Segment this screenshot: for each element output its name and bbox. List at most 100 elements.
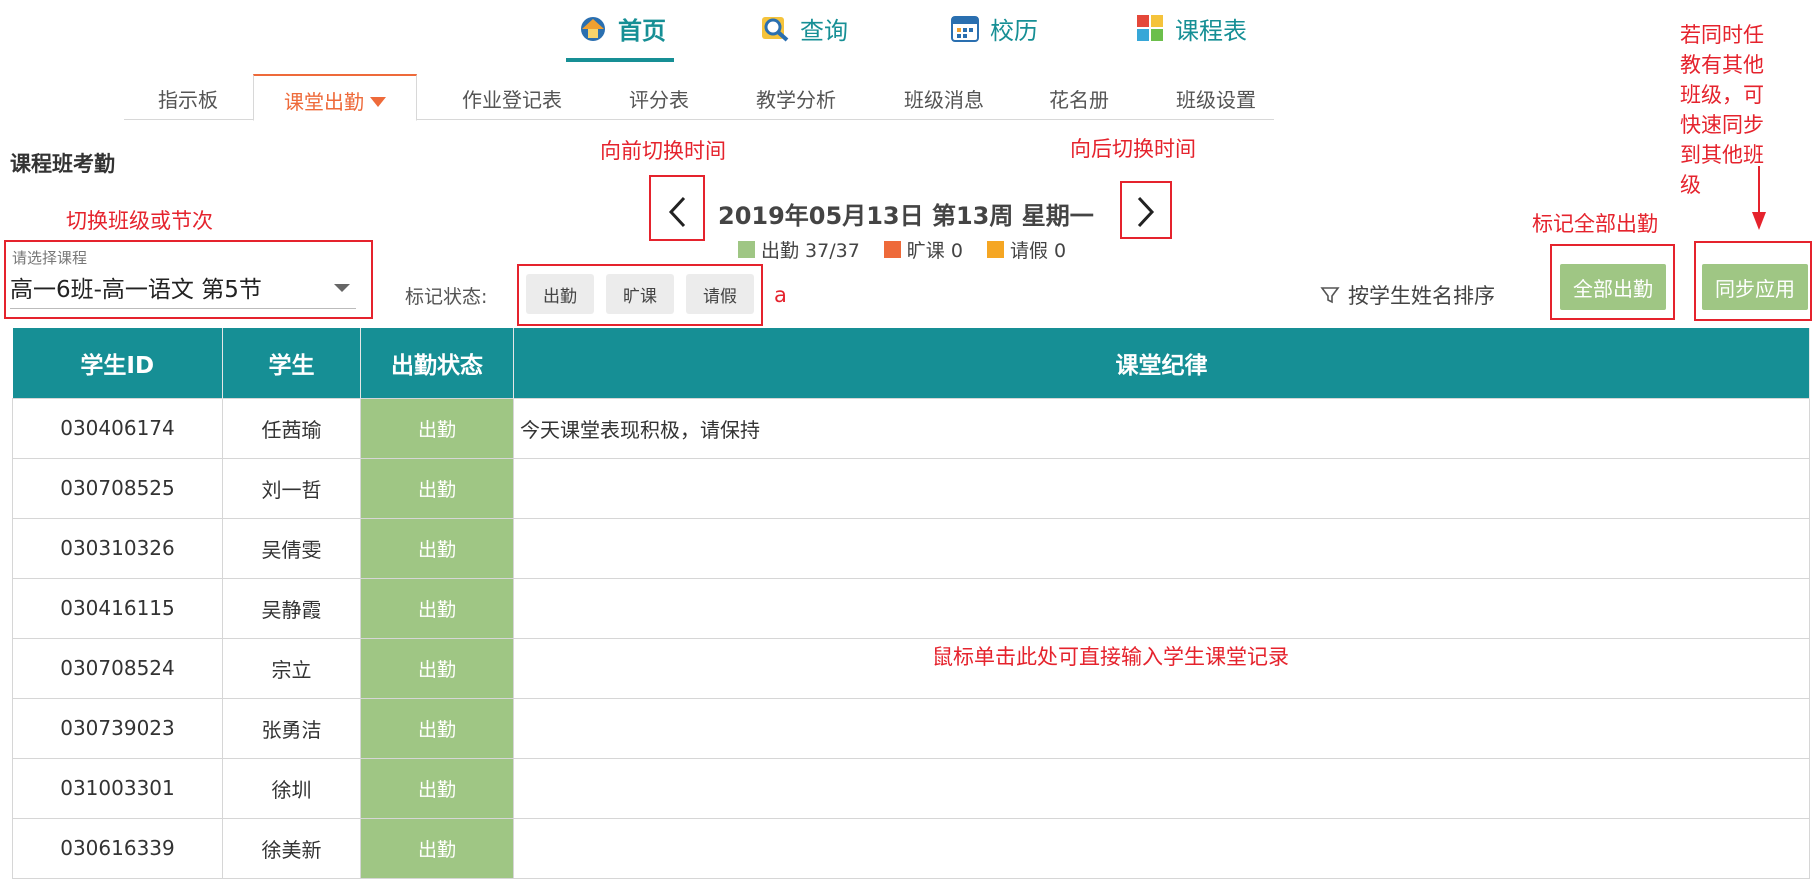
attendance-legend: 出勤 37/37 旷课 0 请假 0	[738, 236, 1090, 262]
discipline-note-cell[interactable]	[513, 637, 1810, 699]
student-id-cell: 030708525	[12, 457, 223, 519]
student-name-cell: 徐美新	[222, 817, 361, 879]
status-cell[interactable]: 出勤	[360, 457, 514, 519]
tab-grades[interactable]: 评分表	[629, 74, 689, 120]
tab-class-settings[interactable]: 班级设置	[1176, 74, 1256, 120]
legend-swatch-present	[738, 240, 755, 258]
tab-analysis[interactable]: 教学分析	[756, 74, 836, 120]
nav-home-label: 首页	[618, 16, 666, 45]
discipline-note-cell[interactable]	[513, 697, 1810, 759]
status-cell[interactable]: 出勤	[360, 577, 514, 639]
header-status: 出勤状态	[360, 328, 514, 398]
nav-calendar[interactable]: 校历	[950, 8, 1038, 48]
course-select-value[interactable]: 高一6班-高一语文 第5节	[10, 270, 262, 304]
table-row: 030310326 吴倩雯 出勤	[12, 517, 1810, 579]
table-row: 031003301 徐圳 出勤	[12, 757, 1810, 819]
prev-date-button[interactable]	[651, 184, 703, 240]
student-name-cell: 徐圳	[222, 757, 361, 819]
tab-messages[interactable]: 班级消息	[904, 74, 984, 120]
status-cell[interactable]: 出勤	[360, 637, 514, 699]
table-row: 030406174 任茜瑜 出勤 今天课堂表现积极，请保持	[12, 397, 1810, 459]
legend-leave-label: 请假 0	[1009, 239, 1067, 262]
student-id-cell: 030310326	[12, 517, 223, 579]
mark-leave-chip[interactable]: 请假	[686, 274, 754, 314]
nav-calendar-label: 校历	[990, 16, 1038, 45]
home-icon	[578, 13, 608, 43]
chevron-left-icon	[668, 196, 686, 228]
nav-query-label: 查询	[800, 16, 848, 45]
sort-label: 按学生姓名排序	[1348, 284, 1495, 308]
annotation-next-time: 向后切换时间	[1070, 137, 1196, 161]
student-id-cell: 031003301	[12, 757, 223, 819]
dropdown-caret-icon[interactable]	[334, 284, 350, 292]
filter-icon	[1320, 287, 1340, 304]
table-row: 030708525 刘一哲 出勤	[12, 457, 1810, 519]
mark-status-label: 标记状态:	[405, 286, 488, 308]
nav-query[interactable]: 查询	[760, 8, 848, 48]
status-cell[interactable]: 出勤	[360, 397, 514, 459]
nav-timetable[interactable]: 课程表	[1135, 8, 1247, 48]
student-id-cell: 030616339	[12, 817, 223, 879]
tab-homework[interactable]: 作业登记表	[462, 74, 562, 120]
status-cell[interactable]: 出勤	[360, 517, 514, 579]
student-name-cell: 吴倩雯	[222, 517, 361, 579]
student-name-cell: 刘一哲	[222, 457, 361, 519]
search-person-icon	[760, 13, 790, 43]
status-cell[interactable]: 出勤	[360, 697, 514, 759]
discipline-note-cell[interactable]	[513, 457, 1810, 519]
legend-absent-label: 旷课 0	[906, 239, 963, 262]
active-nav-underline	[566, 58, 674, 62]
discipline-note-cell[interactable]	[513, 577, 1810, 639]
discipline-note-cell[interactable]	[513, 757, 1810, 819]
all-present-button[interactable]: 全部出勤	[1560, 264, 1666, 310]
tab-dashboard[interactable]: 指示板	[158, 74, 218, 120]
top-navigation: 首页 查询 校历 课程表	[0, 0, 1817, 64]
sub-navigation: 指示板 课堂出勤 作业登记表 评分表 教学分析 班级消息 花名册 班级设置	[124, 74, 1274, 121]
legend-absent: 旷课 0	[883, 236, 963, 263]
student-id-cell: 030739023	[12, 697, 223, 759]
chevron-right-icon	[1137, 196, 1155, 228]
discipline-note-cell[interactable]	[513, 817, 1810, 879]
annotation-prev-time: 向前切换时间	[600, 139, 726, 163]
nav-home[interactable]: 首页	[578, 8, 666, 48]
calendar-icon	[950, 13, 980, 43]
student-id-cell: 030406174	[12, 397, 223, 459]
table-row: 030416115 吴静霞 出勤	[12, 577, 1810, 639]
tab-roster[interactable]: 花名册	[1049, 74, 1109, 120]
annotation-arrow-icon	[1752, 166, 1766, 230]
status-cell[interactable]: 出勤	[360, 817, 514, 879]
nav-timetable-label: 课程表	[1175, 16, 1247, 45]
tab-attendance[interactable]: 课堂出勤	[253, 74, 417, 121]
course-select-underline	[10, 308, 356, 309]
table-header-row: 学生ID 学生 出勤状态 课堂纪律	[12, 328, 1810, 398]
timetable-icon	[1135, 13, 1165, 43]
discipline-note-cell[interactable]: 今天课堂表现积极，请保持	[513, 397, 1810, 459]
legend-present: 出勤 37/37	[738, 236, 860, 263]
course-select-hint: 请选择课程	[12, 249, 88, 267]
student-id-cell: 030708524	[12, 637, 223, 699]
sort-by-name-button[interactable]: 按学生姓名排序	[1320, 280, 1495, 310]
header-discipline: 课堂纪律	[513, 328, 1810, 398]
discipline-note-cell[interactable]	[513, 517, 1810, 579]
page-title: 课程班考勤	[10, 152, 115, 176]
student-name-cell: 吴静霞	[222, 577, 361, 639]
student-name-cell: 任茜瑜	[222, 397, 361, 459]
next-date-button[interactable]	[1120, 184, 1172, 240]
table-row: 030739023 张勇洁 出勤	[12, 697, 1810, 759]
tab-attendance-label: 课堂出勤	[284, 90, 364, 114]
student-name-cell: 张勇洁	[222, 697, 361, 759]
student-name-cell: 宗立	[222, 637, 361, 699]
current-date-label: 2019年05月13日 第13周 星期一	[718, 202, 1094, 230]
mark-present-chip[interactable]: 出勤	[526, 274, 594, 314]
annotation-letter-a: a	[774, 283, 787, 307]
annotation-switch-class: 切换班级或节次	[66, 209, 213, 233]
status-cell[interactable]: 出勤	[360, 757, 514, 819]
mark-absent-chip[interactable]: 旷课	[606, 274, 674, 314]
legend-present-label: 出勤 37/37	[761, 239, 860, 262]
legend-leave: 请假 0	[986, 236, 1067, 263]
header-student-id: 学生ID	[12, 328, 223, 398]
header-student: 学生	[222, 328, 361, 398]
legend-swatch-absent	[883, 240, 901, 258]
sync-apply-button[interactable]: 同步应用	[1702, 264, 1808, 310]
legend-swatch-leave	[986, 240, 1004, 258]
